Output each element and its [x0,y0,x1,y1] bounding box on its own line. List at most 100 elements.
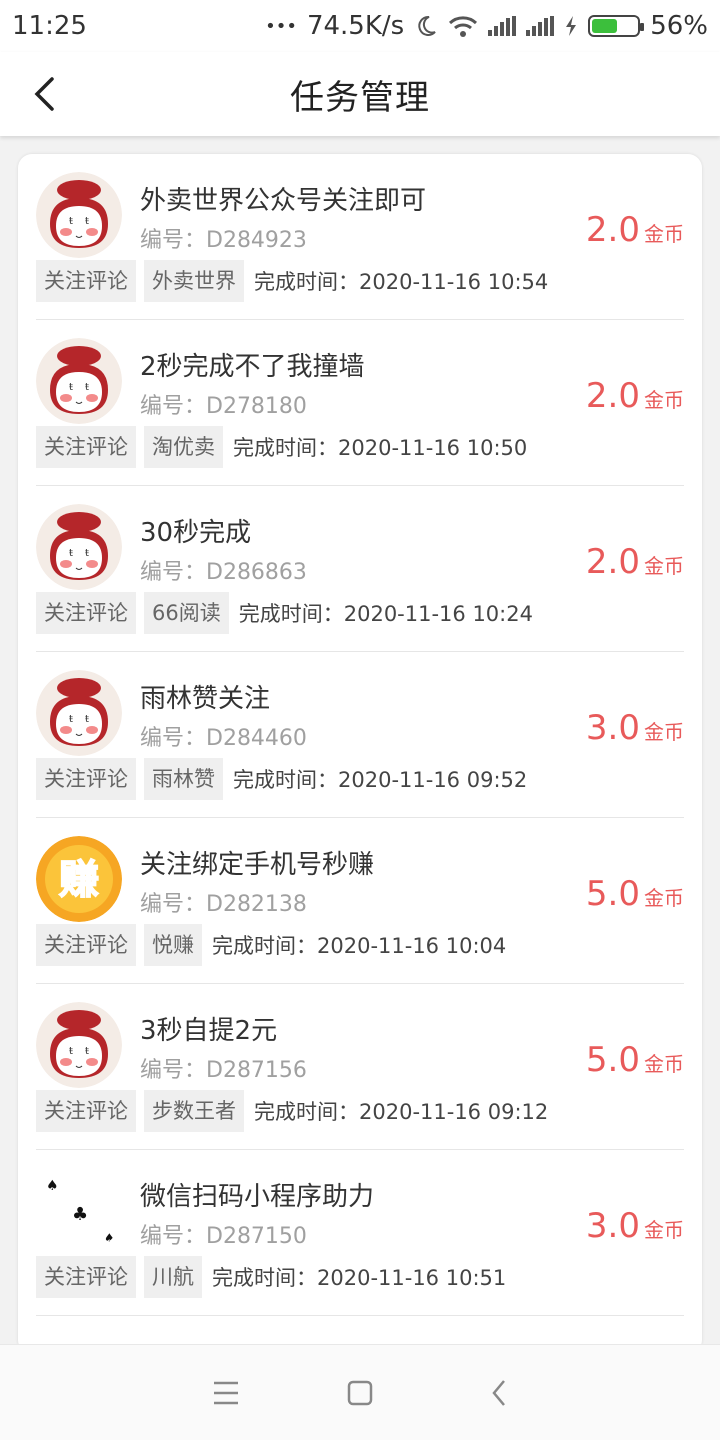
more-dots-icon: ••• [265,15,297,37]
task-finish-time: 完成时间：2020-11-16 10:50 [233,436,528,460]
lucky-bag-avatar: ŧŧ [36,670,122,756]
moon-icon [418,15,436,36]
task-tags: 关注评论 川航 完成时间：2020-11-16 10:51 [36,1256,506,1298]
svg-text:♣: ♣ [72,1204,88,1225]
svg-text:ŧ: ŧ [85,548,89,559]
reward-amount: 3.0 [585,708,640,748]
svg-text:ŧ: ŧ [69,1046,73,1057]
svg-text:♠: ♠ [104,1231,115,1245]
task-code: 编号：D287150 [140,1224,307,1249]
task-tags: 关注评论 步数王者 完成时间：2020-11-16 09:12 [36,1090,548,1132]
svg-text:ŧ: ŧ [85,216,89,227]
task-type-tag: 关注评论 [36,1256,136,1298]
task-code: 编号：D287156 [140,1058,307,1083]
task-type-tag: 关注评论 [36,924,136,966]
reward-unit: 金币 [644,388,684,412]
reward-amount: 2.0 [585,210,640,250]
chevron-left-icon[interactable] [26,74,66,114]
lucky-bag-avatar: ŧŧ [36,504,122,590]
svg-text:♠: ♠ [46,1178,59,1194]
svg-text:ŧ: ŧ [85,382,89,393]
lucky-bag-avatar: ŧŧ [36,338,122,424]
task-platform-tag: 淘优卖 [144,426,223,468]
status-time: 11:25 [12,11,87,41]
lucky-bag-avatar: ŧŧ [36,172,122,258]
task-platform-tag: 66阅读 [144,592,229,634]
task-type-tag: 关注评论 [36,758,136,800]
earn-avatar: 赚 [36,836,122,922]
cards-avatar: ♠ ♣ ♠ [36,1168,122,1254]
task-name: 30秒完成 [140,518,252,548]
svg-text:ŧ: ŧ [69,382,73,393]
task-row[interactable]: ŧ ŧ 2秒完成不了我撞墙 编号：D278180 2.0 金币 关注评论 淘优卖 完成时间：20… [36,320,684,486]
svg-text:ŧ: ŧ [85,1046,89,1057]
reward-amount: 2.0 [585,376,640,416]
battery-percent: 56% [650,11,708,41]
task-code: 编号：D286863 [140,560,307,585]
task-name: 3秒自提2元 [140,1016,278,1046]
page-title: 任务管理 [290,77,430,118]
task-tags: 关注评论 雨林赞 完成时间：2020-11-16 09:52 [36,758,527,800]
reward-unit: 金币 [644,720,684,744]
reward-unit: 金币 [644,1052,684,1076]
task-row[interactable]: 赚 关注绑定手机号秒赚 编号：D282138 5.0 金币 关注评论 悦赚 完成时间：2020… [36,818,684,984]
home-square-icon[interactable] [336,1369,384,1417]
reward-unit: 金币 [644,886,684,910]
task-row[interactable]: ŧ ŧ 3秒自提2元 编号：D287156 5.0 金币 关注评论 步数王者 完成时间：2020… [36,984,684,1150]
task-reward: 5.0 金币 [586,874,684,914]
task-code: 编号：D284923 [140,228,307,253]
back-triangle-icon[interactable] [476,1369,524,1417]
reward-amount: 2.0 [585,542,640,582]
reward-unit: 金币 [644,554,684,578]
task-type-tag: 关注评论 [36,260,136,302]
charging-icon [566,16,577,36]
svg-text:ŧ: ŧ [69,714,73,725]
task-platform-tag: 悦赚 [144,924,202,966]
task-finish-time: 完成时间：2020-11-16 10:51 [212,1266,507,1290]
reward-amount: 5.0 [585,874,640,914]
status-right: ••• 74.5K/s 56% [265,11,708,41]
reward-amount: 3.0 [585,1206,640,1246]
task-type-tag: 关注评论 [36,1090,136,1132]
task-finish-time: 完成时间：2020-11-16 10:54 [254,270,549,294]
task-code: 编号：D282138 [140,892,307,917]
task-finish-time: 完成时间：2020-11-16 10:24 [238,602,533,626]
task-tags: 关注评论 淘优卖 完成时间：2020-11-16 10:50 [36,426,527,468]
earn-text: 赚 [59,857,99,903]
task-list: ŧ ŧ 外卖世界公众号关注即可 编号：D284923 2.0 金币 关注评论 外卖世界 完成时间… [18,154,702,1354]
wifi-icon [449,16,478,37]
task-reward: 5.0 金币 [586,1040,684,1080]
task-code: 编号：D284460 [140,726,307,751]
task-platform-tag: 川航 [144,1256,202,1298]
svg-text:ŧ: ŧ [69,548,73,559]
network-speed: 74.5K/s [306,11,405,41]
svg-text:ŧ: ŧ [85,714,89,725]
menu-icon[interactable] [202,1369,250,1417]
task-name: 关注绑定手机号秒赚 [140,850,375,880]
task-row[interactable]: ŧ ŧ 雨林赞关注 编号：D284460 3.0 金币 关注评论 雨林赞 完成时间：2020-1… [36,652,684,818]
task-name: 2秒完成不了我撞墙 [140,352,365,382]
task-row[interactable]: ŧ ŧ 30秒完成 编号：D286863 2.0 金币 关注评论 66阅读 完成时间：2020-… [36,486,684,652]
task-reward: 3.0 金币 [586,1206,684,1246]
lucky-bag-avatar: ŧŧ [36,1002,122,1088]
task-row[interactable]: ♠ ♣ ♠ 微信扫码小程序助力 编号：D287150 3.0 金币 关注评论 川航 完成时间：20… [36,1150,684,1316]
task-platform-tag: 外卖世界 [144,260,244,302]
task-platform-tag: 步数王者 [144,1090,244,1132]
task-type-tag: 关注评论 [36,592,136,634]
task-name: 雨林赞关注 [140,684,271,714]
task-name: 外卖世界公众号关注即可 [140,186,427,216]
reward-unit: 金币 [644,222,684,246]
task-reward: 2.0 金币 [586,376,684,416]
task-type-tag: 关注评论 [36,426,136,468]
signal-icon-2 [526,16,555,36]
system-nav-bar [0,1344,720,1440]
task-reward: 2.0 金币 [586,210,684,250]
task-finish-time: 完成时间：2020-11-16 09:12 [254,1100,549,1124]
signal-icon [488,16,517,36]
svg-text:ŧ: ŧ [69,216,73,227]
task-row[interactable]: ŧ ŧ 外卖世界公众号关注即可 编号：D284923 2.0 金币 关注评论 外卖世界 完成时间… [36,154,684,320]
task-reward: 3.0 金币 [586,708,684,748]
top-navbar: 任务管理 [0,52,720,136]
battery-icon [588,15,645,37]
task-platform-tag: 雨林赞 [144,758,223,800]
